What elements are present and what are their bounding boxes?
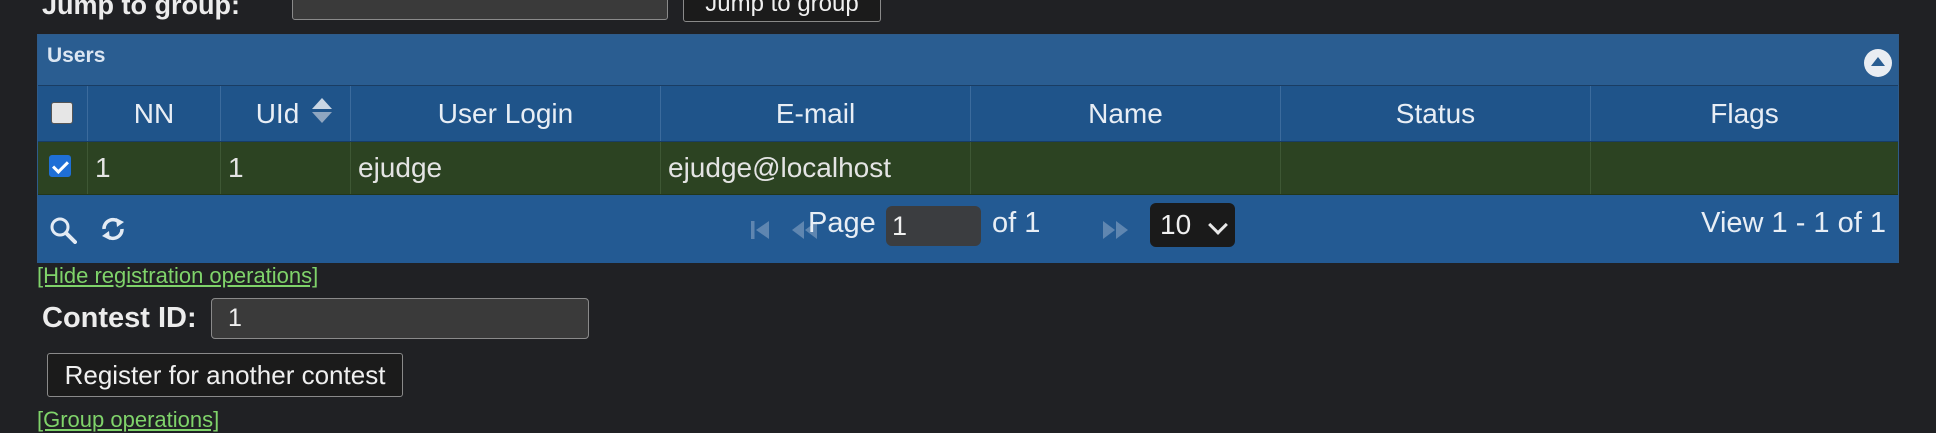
column-header-flags[interactable]: Flags: [1591, 86, 1898, 141]
page-number-input[interactable]: [886, 206, 981, 246]
page-count-label: of 1: [992, 207, 1041, 239]
grid-title: Users: [47, 44, 106, 67]
rows-per-page-select[interactable]: 10: [1150, 203, 1235, 247]
grid-caption: Users: [38, 35, 1898, 86]
column-header-nn[interactable]: NN: [88, 86, 221, 141]
grid-pager: Page of 1 10 View 1 - 1 of 1: [38, 195, 1898, 263]
grid-header-row: NN UId User Login E-mail Name Status Fla…: [38, 86, 1898, 142]
group-operations-link[interactable]: [Group operations]: [37, 407, 219, 433]
column-header-status[interactable]: Status: [1281, 86, 1591, 141]
cell-email: ejudge@localhost: [661, 142, 971, 194]
jump-to-group-button[interactable]: Jump to group: [683, 0, 881, 22]
contest-id-input[interactable]: 1: [211, 298, 589, 339]
row-select-cell: [38, 142, 88, 194]
first-page-icon[interactable]: [748, 217, 774, 243]
jump-to-group-label: Jump to group:: [42, 0, 240, 20]
collapse-icon[interactable]: [1864, 49, 1892, 77]
refresh-icon[interactable]: [98, 214, 128, 244]
contest-id-label: Contest ID:: [42, 302, 197, 334]
column-header-uid[interactable]: UId: [221, 86, 351, 141]
header-select-all-cell: [38, 86, 88, 141]
jump-to-group-input[interactable]: [292, 0, 668, 20]
hide-registration-operations-link[interactable]: [Hide registration operations]: [37, 263, 318, 289]
view-records-label: View 1 - 1 of 1: [1701, 207, 1886, 239]
search-icon[interactable]: [49, 216, 77, 244]
chevron-down-icon: [1208, 215, 1228, 235]
register-another-contest-button[interactable]: Register for another contest: [47, 353, 403, 397]
column-header-email[interactable]: E-mail: [661, 86, 971, 141]
column-header-uid-label: UId: [255, 98, 300, 129]
page-label: Page: [808, 207, 876, 239]
column-header-name[interactable]: Name: [971, 86, 1281, 141]
next-page-icon[interactable]: [1101, 217, 1131, 243]
cell-uid: 1: [221, 142, 351, 194]
cell-name: [971, 142, 1281, 194]
select-all-checkbox[interactable]: [51, 102, 73, 124]
sort-icon: [312, 98, 332, 126]
rows-per-page-value: 10: [1160, 209, 1192, 240]
cell-user-login: ejudge: [351, 142, 661, 194]
users-grid: Users NN UId User Login E-mail Name Stat…: [37, 34, 1899, 263]
row-checkbox[interactable]: [49, 155, 71, 177]
table-row[interactable]: 1 1 ejudge ejudge@localhost: [38, 142, 1898, 195]
column-header-user-login[interactable]: User Login: [351, 86, 661, 141]
cell-nn: 1: [88, 142, 221, 194]
cell-status: [1281, 142, 1591, 194]
cell-flags: [1591, 142, 1898, 194]
